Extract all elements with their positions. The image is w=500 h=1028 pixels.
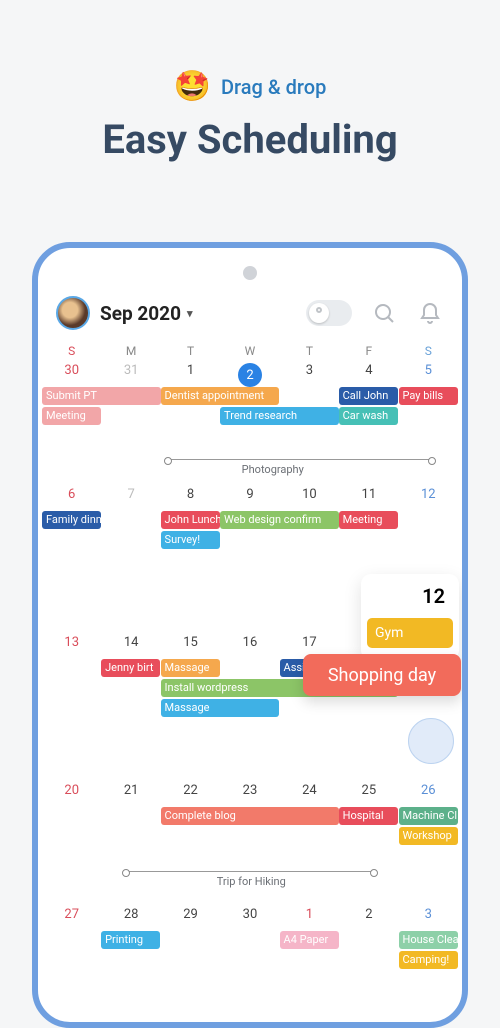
pin-icon — [316, 307, 322, 313]
timeline-label: Photography — [242, 463, 304, 476]
drag-event-gym[interactable]: Gym — [367, 618, 453, 648]
event[interactable]: Machine Cl — [399, 807, 458, 825]
phone-side-button — [464, 476, 468, 536]
event[interactable]: Pay bills — [399, 387, 458, 405]
phone-frame: Sep 2020 ▾ S M T W T F S 30 31 1 2 3 4 5 — [32, 242, 468, 1028]
day-cell[interactable]: 21 — [101, 779, 160, 902]
day-cell[interactable]: 31 — [101, 359, 160, 482]
search-button[interactable] — [370, 299, 398, 327]
star-struck-icon: 🤩 — [174, 72, 211, 102]
event[interactable]: Printing — [101, 931, 160, 949]
timeline-label: Trip for Hiking — [217, 875, 286, 888]
day-cell[interactable]: 27 — [42, 903, 101, 1002]
event[interactable]: Workshop — [399, 827, 458, 845]
dow-fri: F — [339, 344, 398, 358]
day-cell[interactable]: 13 — [42, 631, 101, 778]
dow-thu: T — [280, 344, 339, 358]
touch-indicator-icon — [408, 718, 454, 764]
caret-down-icon: ▾ — [187, 307, 193, 320]
day-cell[interactable]: 1 — [280, 903, 339, 1002]
day-cell[interactable]: 14 — [101, 631, 160, 778]
dow-wed: W — [220, 344, 279, 358]
day-cell[interactable]: 10 — [280, 483, 339, 630]
headline: Easy Scheduling — [0, 116, 500, 163]
dow-tue: T — [161, 344, 220, 358]
dow-sat: S — [399, 344, 458, 358]
event[interactable]: Hospital — [339, 807, 398, 825]
drag-event-shopping[interactable]: Shopping day — [303, 654, 461, 696]
today-indicator: 2 — [238, 363, 262, 387]
day-cell[interactable]: 24 — [280, 779, 339, 902]
day-cell[interactable]: 30 — [220, 903, 279, 1002]
day-cell[interactable]: 8 — [161, 483, 220, 630]
event[interactable]: Massage — [161, 659, 220, 677]
calendar-grid[interactable]: 30 31 1 2 3 4 5 Submit PT Meeting Dentis… — [38, 358, 462, 1002]
day-cell[interactable]: 29 — [161, 903, 220, 1002]
event[interactable]: Meeting — [42, 407, 101, 425]
event[interactable]: Meeting — [339, 511, 398, 529]
event[interactable]: Family dinn — [42, 511, 101, 529]
day-cell[interactable]: 7 — [101, 483, 160, 630]
event[interactable]: Massage — [161, 699, 280, 717]
drag-day-card[interactable]: 12 Gym Shopping day — [361, 574, 459, 660]
month-picker[interactable]: Sep 2020 ▾ — [100, 302, 193, 325]
drag-drop-tag: 🤩 Drag & drop — [0, 72, 500, 102]
event[interactable]: Call John — [339, 387, 398, 405]
event[interactable]: Survey! — [161, 531, 220, 549]
drag-date: 12 — [361, 584, 459, 618]
tag-text: Drag & drop — [221, 75, 326, 99]
event[interactable]: Dentist appointment — [161, 387, 280, 405]
timeline — [125, 871, 375, 872]
event[interactable]: A4 Paper — [280, 931, 339, 949]
dow-sun: S — [42, 344, 101, 358]
day-cell[interactable]: 20 — [42, 779, 101, 902]
event[interactable]: Web design confirm — [220, 511, 339, 529]
event[interactable]: Submit PT — [42, 387, 161, 405]
day-cell[interactable]: 9 — [220, 483, 279, 630]
bell-icon — [418, 301, 442, 325]
event[interactable]: Complete blog — [161, 807, 339, 825]
day-cell[interactable]: 2 — [339, 903, 398, 1002]
day-cell[interactable]: 22 — [161, 779, 220, 902]
event[interactable]: John Lunch — [161, 511, 220, 529]
day-cell[interactable]: 28 — [101, 903, 160, 1002]
day-cell[interactable]: 25 — [339, 779, 398, 902]
avatar[interactable] — [56, 296, 90, 330]
day-headers: S M T W T F S — [38, 344, 462, 358]
timeline — [167, 459, 433, 460]
event[interactable]: Camping! — [399, 951, 458, 969]
event[interactable]: House Clea — [399, 931, 458, 949]
notifications-button[interactable] — [416, 299, 444, 327]
event[interactable]: Jenny birt — [101, 659, 160, 677]
dow-mon: M — [101, 344, 160, 358]
day-cell[interactable]: 6 — [42, 483, 101, 630]
search-icon — [372, 301, 396, 325]
event[interactable]: Car wash — [339, 407, 398, 425]
location-toggle[interactable] — [306, 300, 352, 326]
month-label: Sep 2020 — [100, 302, 181, 325]
event[interactable]: Trend research — [220, 407, 339, 425]
